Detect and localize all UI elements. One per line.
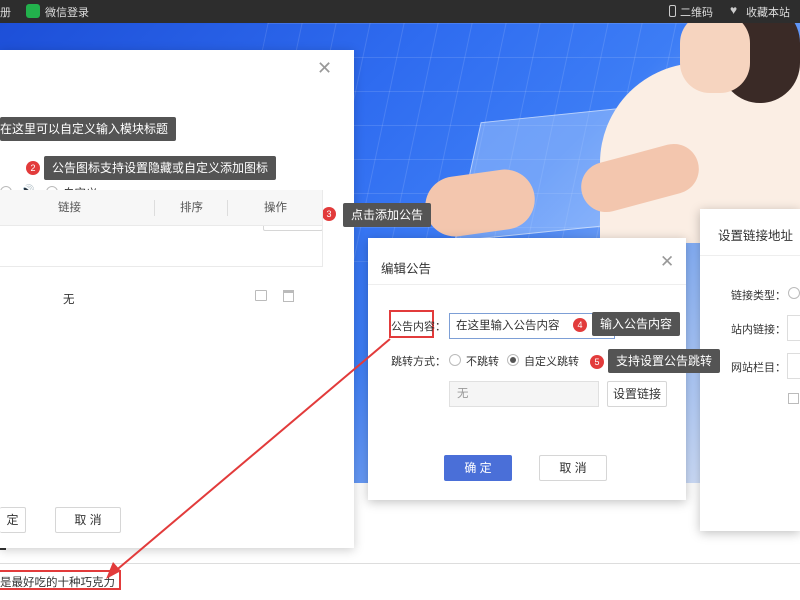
table-cell-link: 无 <box>63 294 75 306</box>
radio-custom-jump[interactable] <box>507 354 519 366</box>
content-label: 公告内容： <box>391 321 446 333</box>
top-bar: 册 微信登录 二维码 ♥ 收藏本站 <box>0 0 800 23</box>
set-link-button[interactable]: 设置链接 <box>607 381 667 407</box>
article-title-link[interactable]: 是最好吃的十种巧克力 <box>0 570 121 590</box>
wechat-login-link[interactable]: 微信登录 <box>45 4 89 20</box>
radio-no-jump-label[interactable]: 不跳转 <box>466 353 499 369</box>
wechat-icon[interactable] <box>26 4 40 18</box>
tooltip-jump: 支持设置公告跳转 <box>608 349 721 373</box>
link-type-radio[interactable] <box>788 287 800 299</box>
radio-no-jump[interactable] <box>449 354 461 366</box>
radio-custom-jump-label[interactable]: 自定义跳转 <box>524 353 579 369</box>
column-select[interactable] <box>787 353 800 379</box>
divider <box>0 563 800 564</box>
step-badge-4: 4 <box>573 318 587 332</box>
mobile-icon[interactable] <box>669 5 676 17</box>
column-header-action: 操作 <box>264 202 287 214</box>
column-label: 网站栏目： <box>731 362 786 374</box>
edit-icon[interactable] <box>255 290 267 301</box>
site-link-label: 站内链接： <box>731 324 786 336</box>
link-input[interactable]: 无 <box>449 381 599 407</box>
tooltip-content: 输入公告内容 <box>592 312 681 336</box>
site-link-select[interactable] <box>787 315 800 341</box>
confirm-button[interactable]: 定 <box>0 507 26 533</box>
column-header-order: 排序 <box>180 202 203 214</box>
column-checkbox[interactable] <box>788 393 799 404</box>
column-separator <box>154 200 155 216</box>
tooltip-title: 在这里可以自定义输入模块标题 <box>0 117 177 141</box>
column-separator <box>227 200 228 216</box>
dialog-title: 编辑公告 <box>381 262 432 276</box>
cancel-button[interactable]: 取 消 <box>539 455 607 481</box>
step-badge-2: 2 <box>26 161 40 175</box>
jump-mode-label: 跳转方式： <box>391 356 446 368</box>
trash-icon[interactable] <box>283 290 294 302</box>
column-header-link: 链接 <box>58 202 81 214</box>
topbar-left-fragment[interactable]: 册 <box>0 4 11 20</box>
confirm-button[interactable]: 确 定 <box>444 455 512 481</box>
banner-person-face <box>680 23 750 93</box>
close-icon[interactable]: ✕ <box>660 252 674 272</box>
cancel-button[interactable]: 取 消 <box>55 507 121 533</box>
heart-icon[interactable]: ♥ <box>730 3 737 17</box>
link-type-label: 链接类型： <box>731 290 786 302</box>
close-icon[interactable]: ✕ <box>317 58 332 79</box>
divider <box>368 284 686 285</box>
tab-underline <box>0 548 6 550</box>
step-badge-5: 5 <box>590 355 604 369</box>
tooltip-icon: 公告图标支持设置隐藏或自定义添加图标 <box>44 156 277 180</box>
step-badge-3: 3 <box>322 207 336 221</box>
divider <box>700 255 800 256</box>
dialog-title: 设置链接地址 <box>718 229 794 243</box>
favorite-link[interactable]: 收藏本站 <box>746 4 790 20</box>
notice-content-input[interactable]: 在这里输入公告内容 <box>449 313 615 339</box>
tooltip-add: 点击添加公告 <box>343 203 432 227</box>
qrcode-link[interactable]: 二维码 <box>680 4 713 20</box>
